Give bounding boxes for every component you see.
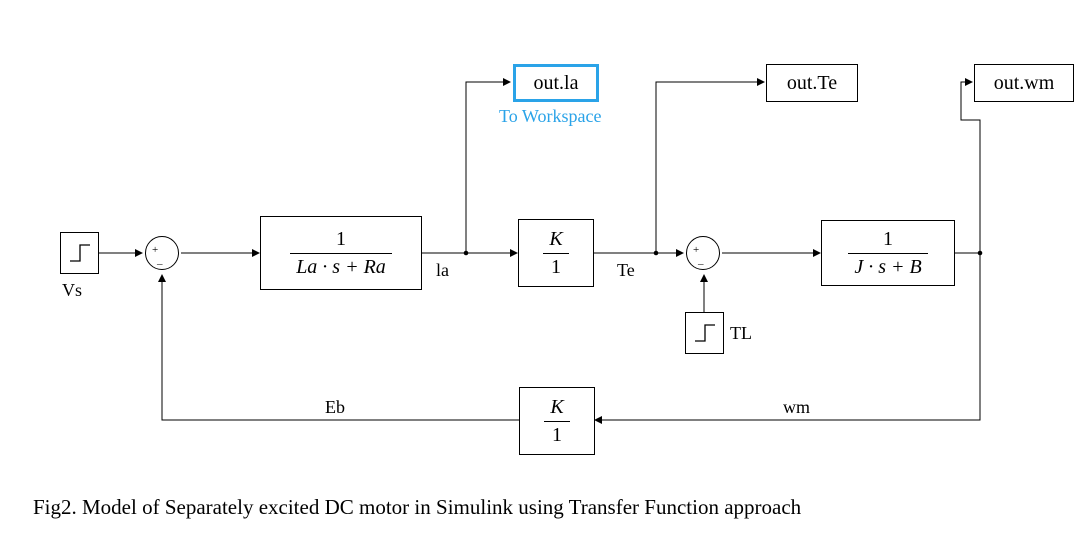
step-vs-label: Vs [62,280,82,301]
transfer-fcn-mechanical[interactable]: 1 J · s + B [821,220,955,286]
to-workspace-te[interactable]: out.Te [766,64,858,102]
step-icon [67,240,93,266]
gain-k1-den: 1 [545,256,567,279]
tf-elec-num: 1 [330,228,352,251]
out-la-text: out.la [534,72,579,95]
out-la-sublabel: To Workspace [499,106,601,127]
gain-k-forward[interactable]: K 1 [518,219,594,287]
tf-mech-den: J · s + B [848,256,927,279]
signal-te-label: Te [617,260,635,281]
step-icon [692,320,718,346]
sum2-minus: _ [698,255,704,266]
simulink-diagram: Vs + _ 1 La · s + Ra la out.la To Worksp… [0,0,1085,536]
sum-block-2[interactable]: + _ [686,236,720,270]
tf-mech-num: 1 [877,228,899,251]
tf-elec-den: La · s + Ra [290,256,392,279]
signal-la-label: la [436,260,449,281]
gain-k1-num: K [543,228,568,251]
step-block-vs[interactable] [60,232,99,274]
gain-k2-num: K [544,396,569,419]
to-workspace-la[interactable]: out.la [513,64,599,102]
out-wm-text: out.wm [994,72,1055,95]
figure-caption: Fig2. Model of Separately excited DC mot… [33,495,801,520]
sum-block-1[interactable]: + _ [145,236,179,270]
to-workspace-wm[interactable]: out.wm [974,64,1074,102]
step-block-tl[interactable] [685,312,724,354]
gain-k2-den: 1 [546,424,568,447]
out-te-text: out.Te [787,72,837,95]
step-tl-label: TL [730,323,752,344]
gain-k-feedback[interactable]: K 1 [519,387,595,455]
transfer-fcn-electrical[interactable]: 1 La · s + Ra [260,216,422,290]
sum1-minus: _ [157,255,163,266]
signal-eb-label: Eb [325,397,345,418]
signal-wm-label: wm [783,397,810,418]
